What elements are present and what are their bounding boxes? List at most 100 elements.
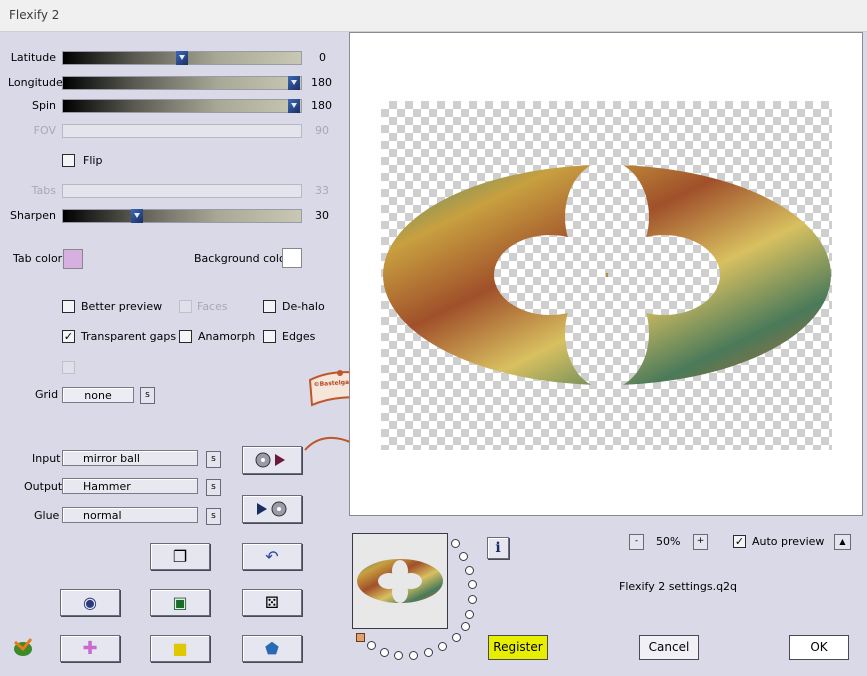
- tab-color-label: Tab color: [13, 252, 63, 265]
- info-button[interactable]: i: [487, 537, 509, 559]
- cross-button[interactable]: ✚: [60, 635, 120, 662]
- cross-icon: ✚: [82, 637, 98, 659]
- gem-button[interactable]: ⬟: [242, 635, 302, 662]
- zoom-out-button[interactable]: -: [629, 534, 644, 550]
- view-dot[interactable]: [367, 641, 376, 650]
- flip-label: Flip: [83, 154, 103, 167]
- sharpen-slider-thumb[interactable]: [130, 209, 143, 223]
- navigator-thumbnail[interactable]: [352, 533, 448, 629]
- zoom-value: 50%: [656, 535, 681, 548]
- spin-value: 180: [311, 99, 332, 112]
- de-halo-checkbox[interactable]: [263, 300, 276, 313]
- fov-slider: [62, 124, 302, 138]
- latitude-slider[interactable]: [62, 51, 302, 65]
- ring-button[interactable]: ◉: [60, 589, 120, 616]
- sharpen-slider[interactable]: [62, 209, 302, 223]
- longitude-value: 180: [311, 76, 332, 89]
- auto-preview-checkbox[interactable]: ✓: [733, 535, 746, 548]
- grid-dropdown[interactable]: none: [62, 387, 134, 403]
- spin-slider[interactable]: [62, 99, 302, 113]
- extra-checkbox-disabled: [62, 361, 75, 374]
- preview-panel[interactable]: [349, 32, 863, 516]
- longitude-label: Longitude: [8, 76, 63, 89]
- latitude-slider-thumb[interactable]: [176, 51, 188, 65]
- ok-button[interactable]: OK: [789, 635, 849, 660]
- view-dot[interactable]: [394, 651, 403, 660]
- anamorph-checkbox[interactable]: [179, 330, 192, 343]
- view-dot[interactable]: [451, 539, 460, 548]
- view-dot[interactable]: [459, 552, 468, 561]
- spin-label: Spin: [32, 99, 56, 112]
- gem-icon: ⬟: [265, 638, 279, 658]
- longitude-slider-thumb[interactable]: [287, 76, 300, 90]
- new-document-icon: ❐: [172, 546, 188, 566]
- cube-icon: ■: [172, 638, 188, 658]
- glue-label: Glue: [34, 509, 60, 522]
- glue-s-button[interactable]: s: [206, 508, 221, 525]
- input-dropdown[interactable]: mirror ball: [62, 450, 198, 466]
- view-dot[interactable]: [468, 580, 477, 589]
- collapse-arrow-button[interactable]: ▲: [834, 534, 851, 550]
- view-dot[interactable]: [465, 566, 474, 575]
- tabs-label: Tabs: [31, 184, 56, 197]
- auto-preview-label: Auto preview: [752, 535, 825, 548]
- register-button[interactable]: Register: [488, 635, 548, 660]
- view-dot[interactable]: [461, 622, 470, 631]
- sharpen-value: 30: [315, 209, 329, 222]
- edges-checkbox[interactable]: [263, 330, 276, 343]
- transparent-gaps-checkbox[interactable]: ✓: [62, 330, 75, 343]
- view-dot[interactable]: [465, 610, 474, 619]
- output-s-button[interactable]: s: [206, 479, 221, 496]
- view-dot[interactable]: [409, 651, 418, 660]
- transparent-gaps-label: Transparent gaps: [81, 330, 177, 343]
- better-preview-label: Better preview: [81, 300, 163, 313]
- flip-checkbox[interactable]: [62, 154, 75, 167]
- fov-label: FOV: [33, 124, 56, 137]
- app-logo-icon: [14, 638, 33, 656]
- longitude-slider[interactable]: [62, 76, 302, 90]
- spin-slider-thumb[interactable]: [287, 99, 300, 113]
- view-dot[interactable]: [452, 633, 461, 642]
- grid-s-button[interactable]: s: [140, 387, 155, 404]
- window-title: Flexify 2: [9, 8, 60, 22]
- output-dropdown[interactable]: Hammer: [62, 478, 198, 494]
- zoom-in-button[interactable]: +: [693, 534, 708, 550]
- tabs-slider: [62, 184, 302, 198]
- input-label: Input: [32, 452, 61, 465]
- random-button[interactable]: ⚄: [242, 589, 302, 616]
- background-color-label: Background color: [194, 252, 291, 265]
- view-dot[interactable]: [380, 648, 389, 657]
- cancel-button[interactable]: Cancel: [639, 635, 699, 660]
- latitude-value: 0: [319, 51, 326, 64]
- input-s-button[interactable]: s: [206, 451, 221, 468]
- view-dot[interactable]: [468, 595, 477, 604]
- sharpen-label: Sharpen: [10, 209, 56, 222]
- glue-dropdown[interactable]: normal: [62, 507, 198, 523]
- view-dot[interactable]: [438, 642, 447, 651]
- latitude-label: Latitude: [10, 51, 56, 64]
- settings-file-name: Flexify 2 settings.q2q: [619, 580, 738, 593]
- new-button[interactable]: ❐: [150, 543, 210, 570]
- faces-label: Faces: [197, 300, 228, 313]
- tab-color-swatch[interactable]: [63, 249, 83, 269]
- square-button[interactable]: ▣: [150, 589, 210, 616]
- grid-label: Grid: [35, 388, 59, 401]
- background-color-swatch[interactable]: [282, 248, 302, 268]
- better-preview-checkbox[interactable]: [62, 300, 75, 313]
- output-label: Output: [24, 480, 63, 493]
- box-button[interactable]: ■: [150, 635, 210, 662]
- ring-icon: ◉: [83, 592, 97, 612]
- dice-icon: ⚄: [265, 592, 279, 612]
- title-bar: Flexify 2: [0, 0, 867, 32]
- view-dot[interactable]: [424, 648, 433, 657]
- output-to-input-button[interactable]: [242, 495, 302, 523]
- disc-to-output-icon: [255, 452, 285, 468]
- square-icon: ▣: [172, 592, 188, 612]
- preview-image: [383, 165, 831, 385]
- input-to-output-button[interactable]: [242, 446, 302, 474]
- fov-value: 90: [315, 124, 329, 137]
- navigator-handle[interactable]: [356, 633, 365, 642]
- app-logo: [11, 636, 35, 658]
- undo-button[interactable]: ↶: [242, 543, 302, 570]
- anamorph-label: Anamorph: [198, 330, 256, 343]
